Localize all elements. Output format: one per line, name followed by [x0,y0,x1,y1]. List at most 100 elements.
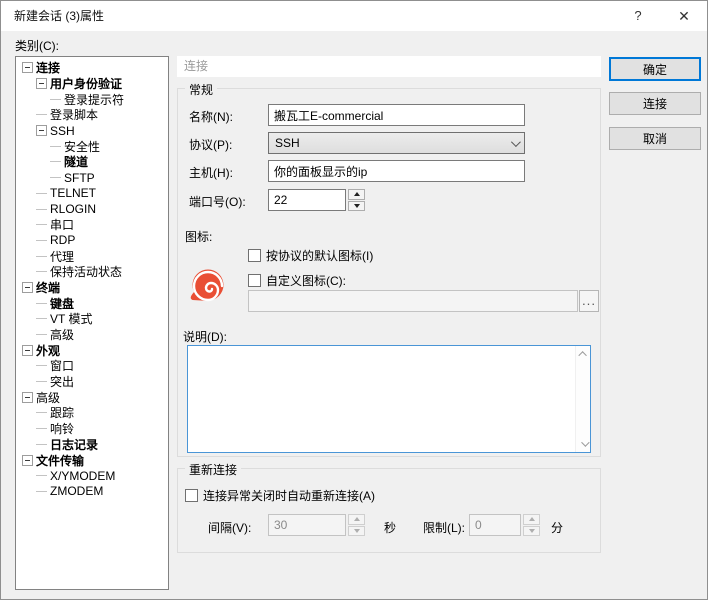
reconnect-group: 重新连接 [177,468,601,553]
tree-item[interactable]: 外观 [16,342,168,358]
tree-item[interactable]: 用户身份验证 [16,76,168,92]
tree-item[interactable]: ZMODEM [16,484,168,500]
port-label: 端口号(O): [189,193,246,210]
tree-item[interactable]: SSH [16,123,168,139]
default-icon-checkbox[interactable] [248,249,261,262]
tree-item[interactable]: 连接 [16,60,168,76]
vertical-scrollbar[interactable] [575,346,590,452]
tree-item[interactable]: 日志记录 [16,437,168,453]
tree-item-label: ZMODEM [50,484,103,498]
tree-item[interactable]: 高级 [16,389,168,405]
category-tree[interactable]: 连接用户身份验证登录提示符登录脚本SSH安全性隧道SFTPTELNET RLOGI… [15,56,169,590]
auto-reconnect-option[interactable]: 连接异常关闭时自动重新连接(A) [185,487,375,504]
custom-icon-checkbox[interactable] [248,274,261,287]
tree-item[interactable]: 登录脚本 [16,107,168,123]
interval-unit: 秒 [384,519,396,536]
close-icon[interactable]: ✕ [667,1,701,31]
collapse-icon[interactable] [22,345,33,356]
cancel-button[interactable]: 取消 [609,127,701,150]
tree-item[interactable]: 串口 [16,217,168,233]
tree-item[interactable]: 登录提示符 [16,91,168,107]
tree-item[interactable]: 安全性 [16,138,168,154]
limit-unit: 分 [551,519,563,536]
name-input[interactable] [268,104,525,126]
tree-item[interactable]: TELNET [16,186,168,202]
title-bar: 新建会话 (3)属性 ? ✕ [1,1,707,31]
tree-connector [50,146,61,147]
default-icon-option[interactable]: 按协议的默认图标(I) [248,247,373,264]
port-input[interactable] [268,189,346,211]
collapse-icon[interactable] [36,78,47,89]
minus-glyph [25,350,30,351]
tree-item-label: 文件传输 [36,452,84,469]
window-title: 新建会话 (3)属性 [14,1,104,31]
tree-item-label: 登录脚本 [50,106,98,123]
tree-connector [36,193,47,194]
browse-icon-button[interactable]: ... [579,290,599,312]
tree-item-label: RLOGIN [50,202,96,216]
tree-connector [50,99,61,100]
tree-item[interactable]: X/YMODEM [16,468,168,484]
default-icon-checkbox-label: 按协议的默认图标(I) [266,247,373,264]
spin-down-button[interactable] [348,201,365,212]
collapse-icon[interactable] [22,392,33,403]
tree-item[interactable]: 隧道 [16,154,168,170]
custom-icon-checkbox-label: 自定义图标(C): [266,272,346,289]
tree-item[interactable]: 跟踪 [16,405,168,421]
tree-item[interactable]: SFTP [16,170,168,186]
tree-connector [36,412,47,413]
triangle-up-icon [354,517,360,521]
minus-glyph [25,397,30,398]
tree-item-label: TELNET [50,186,96,200]
tree-item[interactable]: RDP [16,233,168,249]
custom-icon-option[interactable]: 自定义图标(C): [248,272,346,289]
interval-input [268,514,346,536]
tree-item-label: 高级 [36,389,60,406]
tree-item-label: 连接 [36,59,60,76]
tree-item-label: 键盘 [50,295,74,312]
tree-item-label: 安全性 [64,138,100,155]
protocol-select[interactable]: SSH [268,132,525,154]
tree-item-label: 用户身份验证 [50,75,122,92]
tree-item[interactable]: 突出 [16,374,168,390]
host-input[interactable] [268,160,525,182]
tree-connector [36,114,47,115]
tree-item[interactable]: 保持活动状态 [16,264,168,280]
chevron-down-icon [581,438,589,446]
tree-connector [36,209,47,210]
tree-item[interactable]: 代理 [16,248,168,264]
tree-item[interactable]: 终端 [16,280,168,296]
tree-connector [36,224,47,225]
tree-item[interactable]: 响铃 [16,421,168,437]
scroll-down-button[interactable] [576,436,591,452]
spin-down-button [523,526,540,537]
tree-item-label: 高级 [50,326,74,343]
collapse-icon[interactable] [22,282,33,293]
collapse-icon[interactable] [22,455,33,466]
tree-item[interactable]: 窗口 [16,358,168,374]
collapse-icon[interactable] [22,62,33,73]
tree-item-label: 窗口 [50,357,74,374]
scroll-up-button[interactable] [576,346,591,362]
tree-item[interactable]: 文件传输 [16,452,168,468]
triangle-down-icon [354,529,360,533]
tree-item[interactable]: VT 模式 [16,311,168,327]
help-icon[interactable]: ? [621,1,655,31]
spin-up-button[interactable] [348,189,365,200]
auto-reconnect-checkbox[interactable] [185,489,198,502]
spin-up-button [523,514,540,525]
collapse-icon[interactable] [36,125,47,136]
tree-item[interactable]: 键盘 [16,295,168,311]
protocol-value: SSH [275,136,511,150]
tree-item[interactable]: RLOGIN [16,201,168,217]
tree-connector [36,365,47,366]
description-input[interactable] [188,346,574,452]
tree-connector [36,428,47,429]
ok-button[interactable]: 确定 [609,57,701,81]
port-stepper[interactable] [348,189,365,211]
tree-item-label: 外观 [36,342,60,359]
tree-item[interactable]: 高级 [16,327,168,343]
connect-button[interactable]: 连接 [609,92,701,115]
interval-stepper [348,514,365,536]
session-shell-icon [187,266,227,306]
